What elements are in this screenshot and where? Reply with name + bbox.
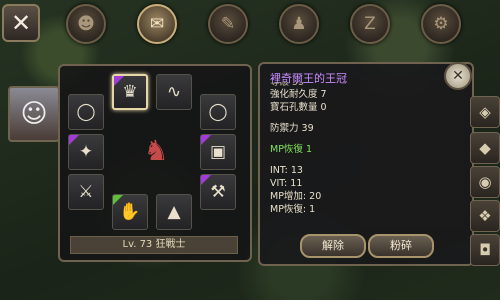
side-button-pet[interactable]: ◉ bbox=[470, 166, 500, 198]
crush-button[interactable]: 粉碎 bbox=[368, 234, 434, 258]
slot-armor[interactable]: ▣ bbox=[200, 134, 236, 170]
tab-settings[interactable]: ⚙ bbox=[421, 4, 461, 44]
sword-icon: ⚔ bbox=[78, 182, 94, 202]
cloak-icon: ◆ bbox=[479, 139, 491, 157]
bag-icon: ✉ bbox=[149, 14, 165, 34]
rarity-corner bbox=[201, 175, 211, 185]
side-button-shield[interactable]: ◈ bbox=[470, 96, 500, 128]
necklace-icon: ∿ bbox=[166, 82, 182, 102]
rarity-corner bbox=[114, 76, 124, 86]
mace-icon: ⚒ bbox=[210, 182, 226, 202]
rarity-corner bbox=[201, 135, 211, 145]
tab-party[interactable]: ♟ bbox=[279, 4, 319, 44]
scroll-icon: Z bbox=[364, 14, 376, 34]
item-stat-line: MP恢復: 1 bbox=[270, 204, 316, 215]
close-icon[interactable]: ✕ bbox=[2, 4, 40, 42]
tab-character[interactable]: ☻ bbox=[66, 4, 106, 44]
pet-icon: ◉ bbox=[478, 173, 492, 191]
item-stat-line: 寶石孔數量 0 bbox=[270, 102, 327, 113]
tab-skills[interactable]: ✎ bbox=[208, 4, 248, 44]
tab-quest[interactable]: Z bbox=[350, 4, 390, 44]
armor-icon: ▣ bbox=[209, 142, 227, 162]
side-button-wing[interactable]: ❖ bbox=[470, 200, 500, 232]
boots-icon: ▲ bbox=[167, 202, 181, 222]
shoulder-icon: ✦ bbox=[78, 142, 94, 162]
rarity-corner bbox=[113, 195, 123, 205]
side-button-cloak[interactable]: ◆ bbox=[470, 132, 500, 164]
close-icon[interactable]: ✕ bbox=[444, 62, 472, 90]
character-figure: ♞ bbox=[143, 133, 169, 167]
feather-icon: ✎ bbox=[220, 14, 236, 34]
side-button-camera[interactable]: ◘ bbox=[470, 234, 500, 266]
unequip-button[interactable]: 解除 bbox=[300, 234, 366, 258]
item-stat-line: VIT: 11 bbox=[270, 178, 303, 189]
shield-icon: ◈ bbox=[479, 103, 491, 121]
item-stat-line: MP恢復 1 bbox=[270, 144, 312, 155]
item-stat-line: INT: 13 bbox=[270, 165, 303, 176]
wing-icon: ❖ bbox=[478, 207, 492, 225]
slot-gloves[interactable]: ✋ bbox=[112, 194, 148, 230]
slot-helmet[interactable]: ♛ bbox=[112, 74, 148, 110]
item-stat-line: 防禦力 39 bbox=[270, 123, 314, 134]
camera-icon: ◘ bbox=[479, 241, 491, 259]
gear-icon: ⚙ bbox=[433, 14, 449, 34]
helmet-icon: ♛ bbox=[122, 82, 138, 102]
party-icon: ♟ bbox=[291, 14, 307, 34]
ring-icon: ◯ bbox=[208, 102, 228, 122]
rarity-corner bbox=[69, 135, 79, 145]
slot-necklace[interactable]: ∿ bbox=[156, 74, 192, 110]
equipment-panel: ♛ ∿ ◯ ◯ ✦ ▣ ♞ ⚔ ⚒ ✋ ▲ Lv. 73 狂戰士 bbox=[58, 64, 252, 262]
slot-boots[interactable]: ▲ bbox=[156, 194, 192, 230]
character-avatar[interactable]: ☺ bbox=[8, 86, 60, 142]
item-stat-line: 強化耐久度 7 bbox=[270, 89, 327, 100]
slot-shoulder[interactable]: ✦ bbox=[68, 134, 104, 170]
top-tab-bar: ✕ ☻ ✉ ✎ ♟ Z ⚙ bbox=[0, 0, 500, 46]
gloves-icon: ✋ bbox=[119, 202, 141, 222]
slot-ring-right[interactable]: ◯ bbox=[200, 94, 236, 130]
tab-inventory[interactable]: ✉ bbox=[137, 4, 177, 44]
head-icon: ☻ bbox=[77, 14, 95, 34]
item-stat-line: MP增加: 20 bbox=[270, 191, 322, 202]
slot-weapon-right[interactable]: ⚒ bbox=[200, 174, 236, 210]
ring-icon: ◯ bbox=[76, 102, 96, 122]
item-stats: 等級 55 強化耐久度 7 寶石孔數量 0 防禦力 39 MP恢復 1 INT:… bbox=[270, 82, 460, 216]
slot-ring-left[interactable]: ◯ bbox=[68, 94, 104, 130]
item-info-panel: 裡奇爾王的王冠 等級 55 強化耐久度 7 寶石孔數量 0 防禦力 39 MP恢… bbox=[258, 62, 474, 266]
character-level: Lv. 73 狂戰士 bbox=[70, 236, 238, 254]
slot-weapon-left[interactable]: ⚔ bbox=[68, 174, 104, 210]
